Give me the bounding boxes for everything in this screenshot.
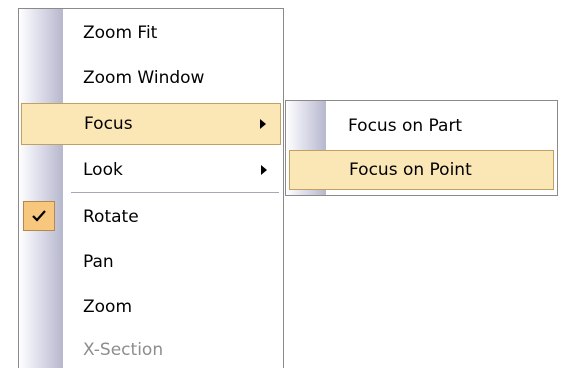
menu-separator <box>71 192 279 193</box>
menu-item-zoom-fit[interactable]: Zoom Fit <box>19 11 283 55</box>
menu-item-look[interactable]: Look <box>19 148 283 192</box>
menu-item-zoom-window[interactable]: Zoom Window <box>19 56 283 100</box>
menu-item-zoom[interactable]: Zoom <box>19 285 283 329</box>
submenu-arrow-icon <box>260 119 266 129</box>
menu-item-rotate[interactable]: Rotate <box>19 195 283 239</box>
submenu-item-focus-on-part[interactable]: Focus on Part <box>286 104 557 148</box>
menu-item-pan[interactable]: Pan <box>19 240 283 284</box>
menu-item-label: Focus <box>84 114 133 134</box>
submenu-item-label: Focus on Part <box>348 116 463 136</box>
context-menu: Zoom Fit Zoom Window Focus Look Rotate P… <box>18 8 284 368</box>
menu-item-label: Zoom <box>83 297 133 317</box>
submenu-item-focus-on-point[interactable]: Focus on Point <box>289 150 554 190</box>
menu-item-label: Zoom Fit <box>83 23 158 43</box>
menu-item-label: Zoom Window <box>83 68 205 88</box>
menu-item-label: Pan <box>83 252 114 272</box>
submenu-item-label: Focus on Point <box>349 160 472 180</box>
menu-item-label: X-Section <box>83 340 164 360</box>
menu-item-label: Rotate <box>83 207 139 227</box>
checkmark-icon <box>32 210 46 222</box>
menu-item-x-section: X-Section <box>19 328 283 368</box>
focus-submenu: Focus on Part Focus on Point <box>285 100 558 196</box>
viewport: Zoom Fit Zoom Window Focus Look Rotate P… <box>0 0 561 368</box>
menu-item-label: Look <box>83 160 123 180</box>
menu-item-focus[interactable]: Focus <box>21 103 281 145</box>
submenu-arrow-icon <box>261 165 267 175</box>
checked-indicator <box>23 201 55 231</box>
